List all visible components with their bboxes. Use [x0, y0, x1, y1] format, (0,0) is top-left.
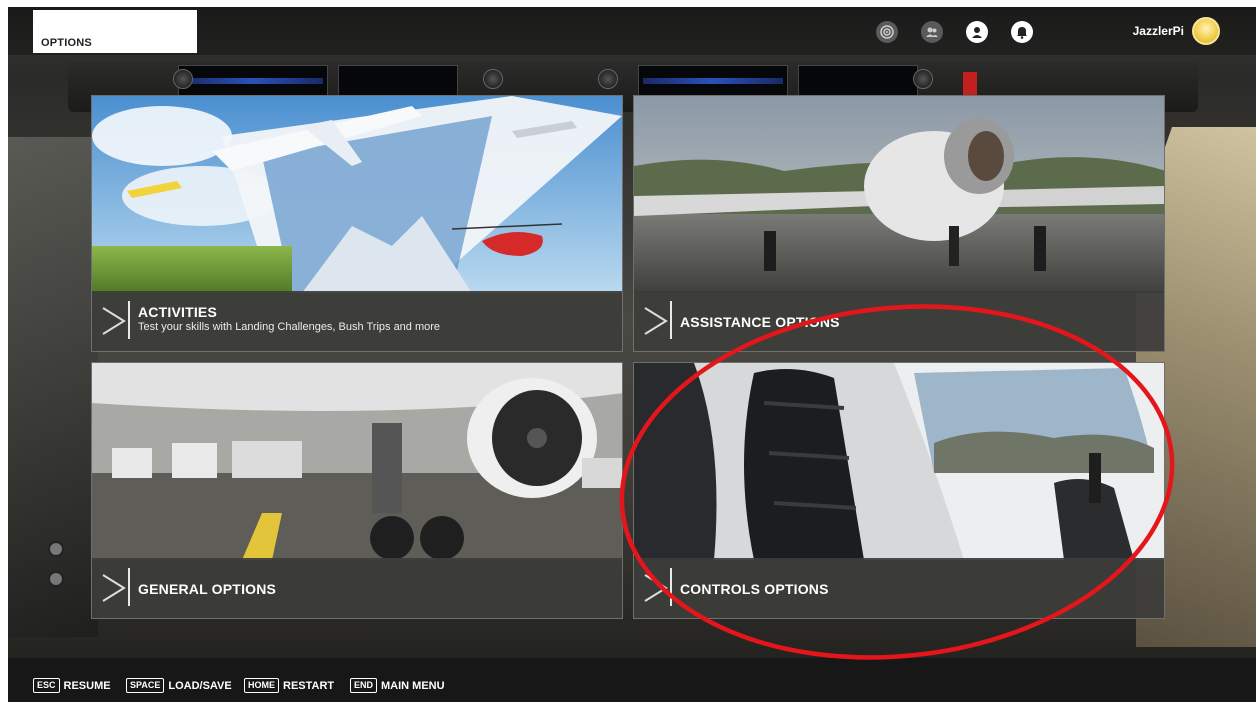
tile-separator [670, 301, 672, 339]
tile-assistance-options[interactable]: ASSISTANCE OPTIONS [633, 95, 1165, 352]
avatar[interactable] [1192, 17, 1220, 45]
tile-label: CONTROLS OPTIONS [680, 581, 829, 597]
bottom-bar: ESC RESUME SPACE LOAD/SAVE HOME RESTART … [8, 658, 1256, 702]
activities-footer: ACTIVITIES Test your skills with Landing… [92, 291, 622, 351]
tile-controls-options[interactable]: CONTROLS OPTIONS [633, 362, 1165, 619]
red-switch [963, 72, 977, 96]
username[interactable]: JazzlerPi [1133, 24, 1184, 38]
instrument-screen-1 [178, 65, 328, 99]
chevron-right-icon [102, 574, 126, 602]
instrument-screen-2 [338, 65, 458, 99]
group-icon[interactable] [921, 21, 943, 43]
key-badge: HOME [244, 678, 279, 693]
tile-separator [670, 568, 672, 606]
controls-image [634, 363, 1164, 560]
hint-label: RESUME [63, 679, 111, 692]
key-badge: END [350, 678, 378, 693]
chevron-right-icon [644, 574, 668, 602]
tile-separator [128, 301, 130, 339]
tile-label: ACTIVITIES [138, 304, 218, 320]
tile-subtitle: Test your skills with Landing Challenges… [138, 321, 441, 333]
hint-label: MAIN MENU [381, 679, 445, 692]
notification-bell-icon[interactable] [1011, 21, 1033, 43]
instrument-screen-4 [798, 65, 918, 99]
hint-main-menu[interactable]: END MAIN MENU [350, 678, 445, 693]
target-icon[interactable] [876, 21, 898, 43]
chevron-right-icon [102, 307, 126, 335]
sim-window: OPTIONS JazzlerPi ACTIVITIES Test your s… [8, 7, 1256, 702]
assistance-footer: ASSISTANCE OPTIONS [634, 291, 1164, 351]
page-title: OPTIONS [33, 10, 197, 53]
tile-activities[interactable]: ACTIVITIES Test your skills with Landing… [91, 95, 623, 352]
instrument-screen-3 [638, 65, 788, 99]
tile-label: ASSISTANCE OPTIONS [680, 314, 840, 330]
cockpit-knob [173, 69, 193, 89]
activities-image [92, 96, 622, 293]
hint-label: LOAD/SAVE [168, 679, 232, 692]
cockpit-left-gauges [38, 527, 78, 627]
cockpit-knob [913, 69, 933, 89]
profile-icon[interactable] [966, 21, 988, 43]
assistance-image [634, 96, 1164, 293]
chevron-right-icon [644, 307, 668, 335]
key-badge: ESC [33, 678, 60, 693]
cockpit-knob [483, 69, 503, 89]
general-image [92, 363, 622, 560]
general-footer: GENERAL OPTIONS [92, 558, 622, 618]
controls-footer: CONTROLS OPTIONS [634, 558, 1164, 618]
cockpit-knob [598, 69, 618, 89]
tile-separator [128, 568, 130, 606]
top-bar: OPTIONS JazzlerPi [8, 7, 1256, 55]
tile-label: GENERAL OPTIONS [138, 581, 277, 597]
tile-general-options[interactable]: GENERAL OPTIONS [91, 362, 623, 619]
hint-restart[interactable]: HOME RESTART [244, 678, 334, 693]
key-badge: SPACE [126, 678, 165, 693]
hint-label: RESTART [283, 679, 335, 692]
hint-resume[interactable]: ESC RESUME [33, 678, 111, 693]
hint-load-save[interactable]: SPACE LOAD/SAVE [126, 678, 232, 693]
